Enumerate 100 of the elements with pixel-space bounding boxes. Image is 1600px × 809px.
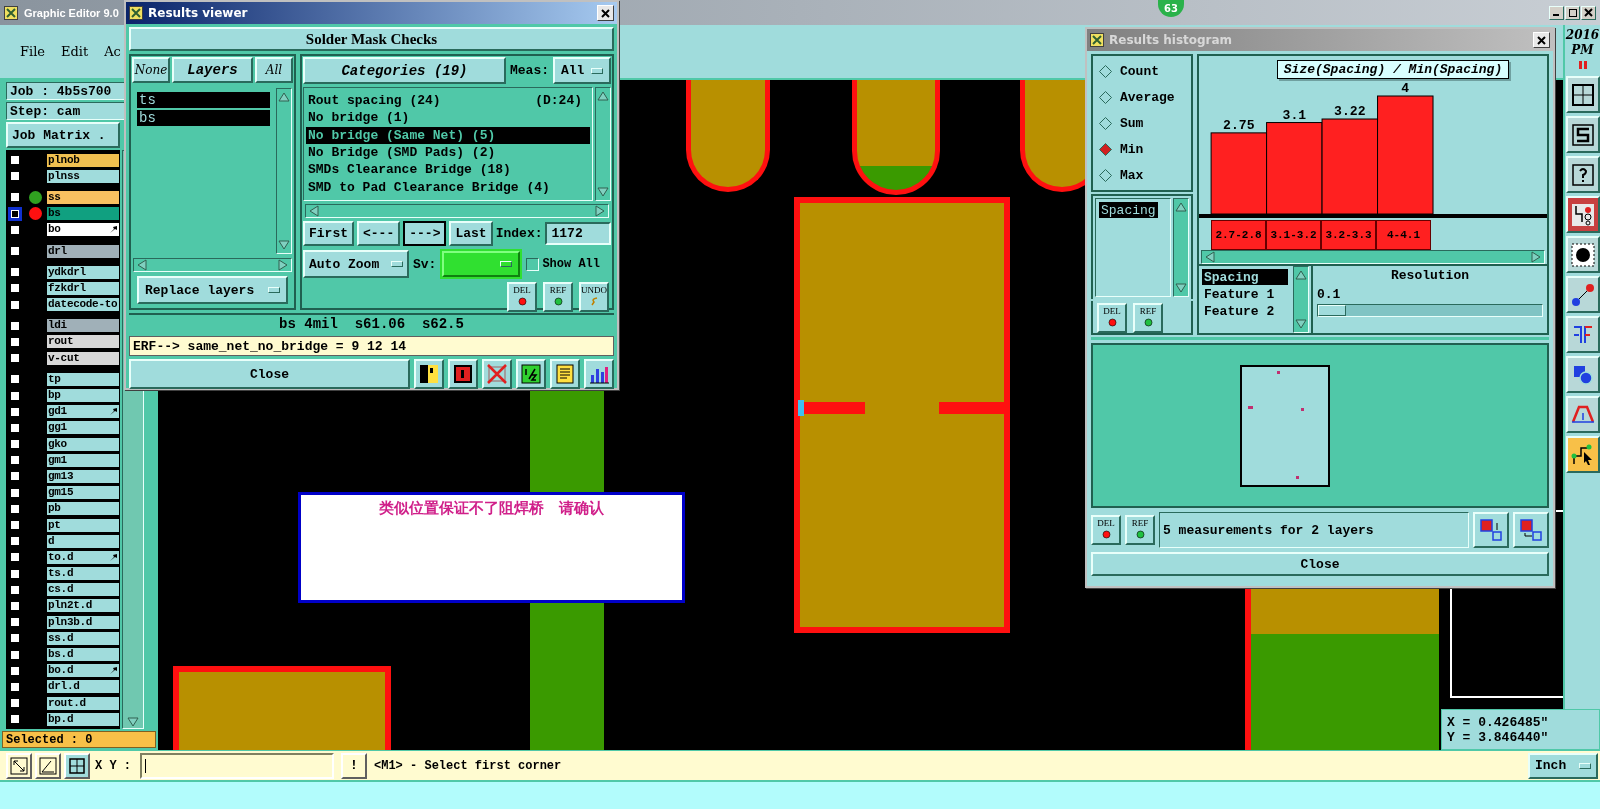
layer-name[interactable]: bp.d xyxy=(46,711,120,727)
undo-button[interactable]: UNDO xyxy=(579,282,609,312)
list-item[interactable]: Spacing xyxy=(1099,202,1158,218)
radio-option[interactable]: Min xyxy=(1099,140,1144,158)
arrow-icon[interactable] xyxy=(1295,269,1307,281)
arrow-icon[interactable] xyxy=(1175,201,1187,213)
delete-marker-button[interactable]: DEL xyxy=(1091,515,1121,545)
tool-button[interactable] xyxy=(482,359,512,389)
radio-diamond-icon[interactable] xyxy=(1099,168,1112,182)
list-item[interactable]: SMDs Clearance Bridge (18) xyxy=(306,161,590,179)
layer-name[interactable]: plnss xyxy=(46,168,120,184)
arrow-icon[interactable] xyxy=(278,91,290,103)
layer-name[interactable]: tp xyxy=(46,371,120,387)
layer-name[interactable]: bo.d xyxy=(46,663,120,679)
scrollbar[interactable] xyxy=(305,204,609,218)
minimize-button[interactable] xyxy=(1549,5,1564,20)
list-item[interactable]: No bridge (1) xyxy=(306,109,590,127)
reference-marker-button[interactable]: REF xyxy=(1125,515,1155,545)
scrollbar[interactable] xyxy=(133,258,292,272)
angle-tool-button[interactable] xyxy=(35,752,61,779)
arrow-icon[interactable] xyxy=(277,259,289,271)
close-button[interactable]: Close xyxy=(129,359,410,389)
scrollbar[interactable] xyxy=(1201,250,1545,264)
layer-name[interactable]: d xyxy=(46,533,120,549)
radio-option[interactable]: Average xyxy=(1099,88,1175,106)
radio-diamond-icon[interactable] xyxy=(1099,64,1112,78)
nav-button[interactable]: ---> xyxy=(403,221,447,246)
delete-marker-button[interactable]: DEL xyxy=(507,282,537,312)
list-item[interactable]: Spacing xyxy=(1202,269,1288,285)
list-item[interactable]: SMD to Pad Clearance Bridge (4) xyxy=(306,178,590,196)
tool-button[interactable] xyxy=(1565,236,1600,273)
tool-button[interactable] xyxy=(1565,156,1600,193)
tool-button[interactable] xyxy=(414,359,444,389)
color-dropdown[interactable] xyxy=(442,251,521,277)
scrollbar[interactable] xyxy=(1293,266,1309,333)
layer-filter-button[interactable]: None xyxy=(132,57,170,83)
slider-thumb[interactable] xyxy=(1318,305,1346,316)
arrow-icon[interactable] xyxy=(1295,318,1307,330)
layer-name[interactable]: pln3b.d xyxy=(46,614,120,630)
arrow-icon[interactable] xyxy=(1175,282,1187,294)
reference-marker-button[interactable]: REF xyxy=(543,282,573,312)
layer-name[interactable]: gm13 xyxy=(46,468,120,484)
layer-name[interactable]: bs xyxy=(46,206,120,222)
nav-button[interactable]: First xyxy=(303,221,354,246)
layer-name[interactable]: ldi xyxy=(46,318,120,334)
replace-dropdown[interactable]: Replace layers xyxy=(137,276,288,304)
layer-name[interactable]: v-cut xyxy=(46,350,120,366)
layer-name[interactable]: gm15 xyxy=(46,485,120,501)
layer-name[interactable]: drl.d xyxy=(46,679,120,695)
tool-button[interactable] xyxy=(1565,76,1600,113)
menu-item[interactable]: Edit xyxy=(61,44,89,59)
nav-button[interactable]: Last xyxy=(449,221,493,246)
alert-button[interactable]: ! xyxy=(341,752,367,779)
tool-button[interactable] xyxy=(448,359,478,389)
export-button[interactable] xyxy=(1473,512,1509,548)
radio-diamond-icon[interactable] xyxy=(1099,116,1112,130)
radio-option[interactable]: Max xyxy=(1099,166,1144,184)
layer-filter-button[interactable]: All xyxy=(255,57,293,83)
close-button[interactable] xyxy=(597,5,614,21)
arrow-icon[interactable] xyxy=(127,716,139,728)
layer-name[interactable]: rout xyxy=(46,334,120,350)
layer-name[interactable]: bs.d xyxy=(46,647,120,663)
list-item[interactable]: Rout spacing (24) (D:24) xyxy=(306,92,590,110)
tool-button[interactable] xyxy=(1565,196,1600,233)
layer-name[interactable]: ts.d xyxy=(46,566,120,582)
list-item[interactable]: No bridge (Same Net) (5) xyxy=(306,126,590,144)
job-matrix-button[interactable]: Job Matrix . xyxy=(6,122,120,148)
meas-dropdown[interactable]: All xyxy=(553,57,611,84)
nav-button[interactable]: <--- xyxy=(357,221,401,246)
layer-name[interactable]: gm1 xyxy=(46,452,120,468)
layer-name[interactable]: to.d xyxy=(46,549,120,565)
arrow-icon[interactable] xyxy=(597,90,609,102)
reference-marker-button[interactable]: REF xyxy=(1133,303,1163,333)
radio-option[interactable]: Sum xyxy=(1099,114,1144,132)
layer-name[interactable]: cs.d xyxy=(46,582,120,598)
layer-name[interactable]: bo xyxy=(46,222,120,238)
tool-button[interactable] xyxy=(1565,396,1600,433)
close-button[interactable] xyxy=(1533,32,1550,48)
layer-name[interactable]: pt xyxy=(46,517,120,533)
layer-name[interactable]: gg1 xyxy=(46,420,120,436)
layer-name[interactable]: rout.d xyxy=(46,695,120,711)
zoom-dropdown[interactable]: Auto Zoom xyxy=(303,250,409,278)
layer-name[interactable]: datecode-to xyxy=(46,297,120,313)
layer-checkbox[interactable] xyxy=(8,206,22,221)
arrow-icon[interactable] xyxy=(136,259,148,271)
radio-diamond-icon[interactable] xyxy=(1099,90,1112,104)
list-item[interactable]: ts xyxy=(137,92,270,108)
arrow-icon[interactable] xyxy=(308,205,320,217)
scrollbar[interactable] xyxy=(1173,198,1189,297)
list-item[interactable]: bs xyxy=(137,110,270,126)
units-dropdown[interactable]: Inch xyxy=(1528,752,1598,779)
scrollbar[interactable] xyxy=(595,87,611,201)
maximize-button[interactable] xyxy=(1565,5,1580,20)
tool-button[interactable] xyxy=(1565,316,1600,353)
radio-diamond-icon[interactable] xyxy=(1099,142,1112,156)
layer-name[interactable]: fzkdrl xyxy=(46,280,120,296)
tool-button[interactable] xyxy=(1565,276,1600,313)
import-button[interactable] xyxy=(1513,512,1549,548)
menu-item[interactable]: Ac xyxy=(104,44,121,59)
layer-name[interactable]: plnob xyxy=(46,152,120,168)
